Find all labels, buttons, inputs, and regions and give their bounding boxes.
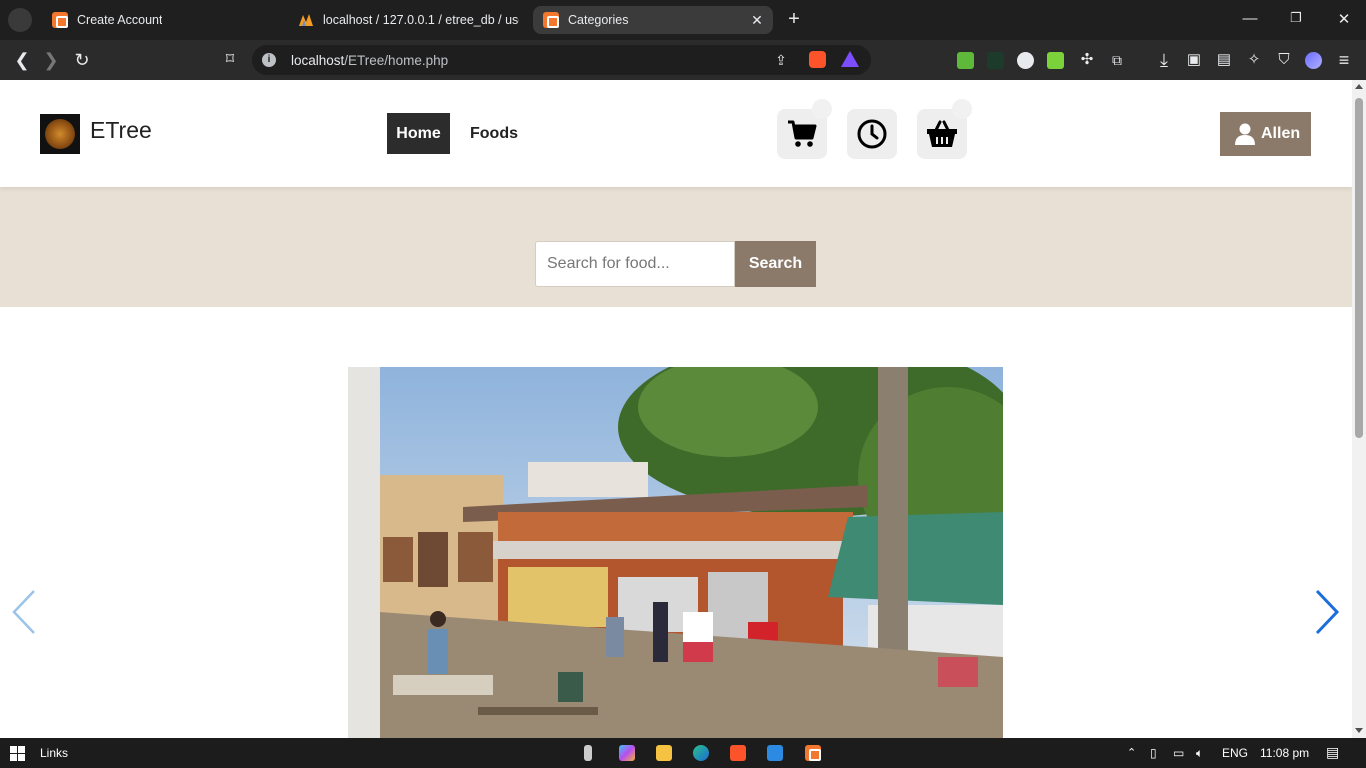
sidebar-icon[interactable]: ▣ bbox=[1184, 50, 1204, 70]
cart-icon bbox=[788, 120, 817, 147]
back-icon[interactable]: ❮ bbox=[12, 50, 32, 70]
address-bar[interactable]: i localhost/ETree/home.php ⇪ bbox=[252, 45, 871, 75]
extension-terminal-icon[interactable] bbox=[987, 52, 1004, 69]
vscode-icon[interactable] bbox=[767, 745, 783, 761]
food-stall-photo bbox=[348, 367, 1003, 738]
carousel-image bbox=[348, 367, 1003, 738]
tab-create-account[interactable]: Create Account bbox=[44, 6, 284, 34]
tab-categories[interactable]: Categories ✕ bbox=[533, 6, 773, 34]
clock[interactable]: 11:08 pm bbox=[1260, 746, 1309, 760]
user-menu-button[interactable]: Allen bbox=[1220, 112, 1311, 156]
forward-icon[interactable]: ❯ bbox=[41, 50, 61, 70]
brave-shields-icon[interactable] bbox=[809, 51, 826, 68]
phpmyadmin-icon bbox=[298, 12, 314, 28]
minimize-icon[interactable]: — bbox=[1240, 10, 1260, 27]
carousel-prev-button[interactable] bbox=[11, 588, 37, 641]
profile-globe-icon[interactable] bbox=[8, 8, 32, 32]
site-info-icon[interactable]: i bbox=[262, 53, 276, 67]
history-icon bbox=[857, 119, 887, 149]
etree-logo[interactable] bbox=[40, 114, 80, 154]
close-tab-icon[interactable]: ✕ bbox=[749, 12, 765, 28]
xampp-taskbar-icon[interactable] bbox=[805, 745, 821, 761]
carousel-next-button[interactable] bbox=[1314, 588, 1340, 641]
notifications-icon[interactable]: ▤ bbox=[1326, 744, 1339, 761]
site-header: ETree Home Foods Allen bbox=[0, 80, 1352, 187]
user-name: Allen bbox=[1261, 125, 1301, 142]
url-text: localhost/ETree/home.php bbox=[291, 53, 448, 68]
brave-rewards-icon[interactable] bbox=[841, 51, 859, 67]
nav-foods[interactable]: Foods bbox=[470, 125, 518, 143]
download-icon[interactable]: ⤓ bbox=[1154, 50, 1174, 70]
chevron-left-icon bbox=[12, 590, 35, 634]
taskbar-links-label[interactable]: Links bbox=[40, 746, 68, 760]
brand-name[interactable]: ETree bbox=[90, 117, 152, 144]
basket-badge bbox=[952, 99, 972, 119]
search-button[interactable]: Search bbox=[735, 241, 816, 287]
edge-icon[interactable] bbox=[693, 745, 709, 761]
extension-stack-icon[interactable] bbox=[1305, 52, 1322, 69]
extension-dice-icon[interactable] bbox=[1047, 52, 1064, 69]
copilot-icon[interactable] bbox=[619, 745, 635, 761]
share-icon[interactable]: ⇪ bbox=[771, 50, 791, 70]
extension-chart-icon[interactable] bbox=[957, 52, 974, 69]
browser-toolbar: ❮ ❯ ↻ ⌑ i localhost/ETree/home.php ⇪ ✣ ⧉… bbox=[0, 40, 1366, 80]
tab-title: Categories bbox=[568, 13, 629, 27]
extensions-puzzle-icon[interactable]: ✣ bbox=[1077, 50, 1097, 70]
chevron-right-icon bbox=[1315, 589, 1340, 635]
tray-wifi-icon[interactable]: ▭ bbox=[1173, 746, 1184, 760]
history-button[interactable] bbox=[847, 109, 897, 159]
file-explorer-icon[interactable] bbox=[656, 745, 672, 761]
reload-icon[interactable]: ↻ bbox=[72, 50, 92, 70]
tray-chevron-icon[interactable]: ⌃ bbox=[1127, 746, 1136, 759]
search-input[interactable] bbox=[535, 241, 735, 287]
taskbar-tablet-icon[interactable] bbox=[584, 745, 592, 761]
tab-title: localhost / 127.0.0.1 / etree_db / user bbox=[323, 13, 519, 27]
page-viewport: ETree Home Foods Allen Search for food..… bbox=[0, 80, 1352, 738]
scroll-down-icon[interactable] bbox=[1355, 728, 1363, 733]
restore-icon[interactable]: ❐ bbox=[1286, 10, 1306, 26]
extension-wave-icon[interactable] bbox=[1017, 52, 1034, 69]
tab-title: Create Account bbox=[77, 13, 163, 27]
xampp-icon bbox=[543, 12, 559, 28]
brave-taskbar-icon[interactable] bbox=[730, 745, 746, 761]
scroll-thumb[interactable] bbox=[1355, 98, 1363, 438]
close-window-icon[interactable]: ✕ bbox=[1334, 10, 1354, 28]
user-icon bbox=[1235, 123, 1255, 145]
tray-volume-icon[interactable]: 🔈︎ bbox=[1196, 746, 1203, 761]
tab-phpmyadmin[interactable]: localhost / 127.0.0.1 / etree_db / user bbox=[290, 6, 522, 34]
vpn-shield-icon[interactable]: ⛉ bbox=[1274, 50, 1294, 70]
windows-start-icon[interactable] bbox=[10, 746, 25, 761]
browser-tab-strip: Create Account localhost / 127.0.0.1 / e… bbox=[0, 0, 1366, 40]
language-indicator[interactable]: ENG bbox=[1222, 746, 1248, 760]
tray-network-icon[interactable]: ▯ bbox=[1150, 746, 1157, 760]
page-scrollbar[interactable] bbox=[1352, 80, 1366, 738]
menu-icon[interactable]: ≡ bbox=[1334, 50, 1354, 70]
wallet-icon[interactable]: ▤ bbox=[1214, 50, 1234, 70]
new-tab-button[interactable]: + bbox=[784, 8, 804, 31]
reading-list-icon[interactable]: ⧉ bbox=[1107, 50, 1127, 70]
leo-ai-icon[interactable]: ✧ bbox=[1244, 50, 1264, 70]
basket-icon bbox=[927, 120, 957, 147]
scroll-up-icon[interactable] bbox=[1355, 84, 1363, 89]
cart-badge bbox=[812, 99, 832, 119]
xampp-icon bbox=[52, 12, 68, 28]
os-taskbar: Links ⌃ ▯ ▭ 🔈︎ ENG 11:08 pm ▤ bbox=[0, 738, 1366, 768]
search-section: Search bbox=[0, 187, 1352, 307]
nav-home[interactable]: Home bbox=[387, 113, 450, 154]
url-path: /ETree/home.php bbox=[344, 53, 449, 68]
bookmark-icon[interactable]: ⌑ bbox=[220, 50, 240, 70]
url-host: localhost bbox=[291, 53, 345, 68]
